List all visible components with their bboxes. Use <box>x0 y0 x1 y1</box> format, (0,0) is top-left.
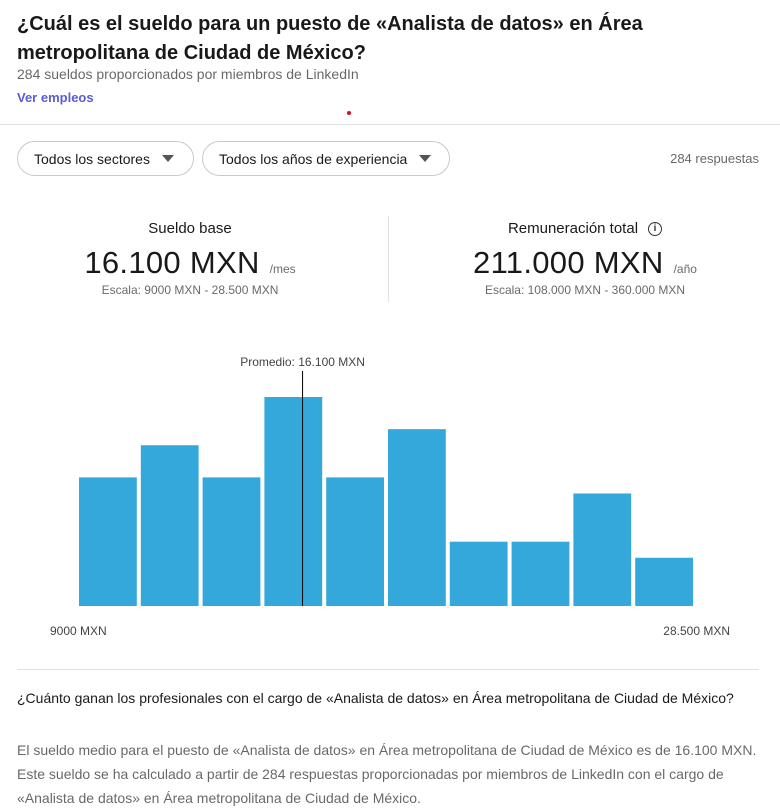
base-salary-unit: /mes <box>269 262 296 276</box>
histogram-bar <box>326 477 384 606</box>
caret-down-icon <box>161 155 174 162</box>
histogram-bar <box>635 557 693 606</box>
total-compensation-value: 211.000 MXN <box>473 245 664 280</box>
faq-answer: El sueldo medio para el puesto de «Anali… <box>17 742 757 806</box>
min-salary-label: 9000 MXN <box>50 624 107 638</box>
base-salary-range: Escala: 9000 MXN - 28.500 MXN <box>101 283 279 297</box>
histogram-bar <box>264 397 323 606</box>
header-divider <box>0 124 780 125</box>
histogram-bar <box>79 477 137 606</box>
page-title: ¿Cuál es el sueldo para un puesto de «An… <box>17 13 643 64</box>
base-salary-value: 16.100 MXN <box>84 245 260 280</box>
salary-count-subtitle: 284 sueldos proporcionados por miembros … <box>17 66 359 82</box>
red-dot <box>347 111 351 115</box>
stats-divider <box>388 216 389 302</box>
salary-histogram: Promedio: 16.100 MXN 9000 MXN 28.500 MXN <box>50 355 730 638</box>
average-label: Promedio: 16.100 MXN <box>240 355 365 369</box>
faq-divider <box>17 669 759 670</box>
histogram-bar <box>511 541 570 606</box>
total-compensation-range: Escala: 108.000 MXN - 360.000 MXN <box>484 283 686 297</box>
experience-filter-label: Todos los años de experiencia <box>219 150 408 167</box>
histogram-bars <box>79 397 693 606</box>
base-salary-stat: Sueldo base 16.100 MXN /mes Escala: 9000… <box>60 220 320 297</box>
faq-question: ¿Cuánto ganan los profesionales con el c… <box>17 690 734 706</box>
responses-count: 284 respuestas <box>670 151 759 166</box>
histogram-bar <box>140 445 199 606</box>
sector-filter-label: Todos los sectores <box>34 150 150 167</box>
total-compensation-stat: Remuneración total i 211.000 MXN /año Es… <box>440 220 730 297</box>
histogram-bar <box>202 477 261 606</box>
max-salary-label: 28.500 MXN <box>663 624 730 638</box>
total-compensation-label: Remuneración total <box>507 220 639 237</box>
histogram-bar <box>388 429 446 606</box>
view-jobs-link[interactable]: Ver empleos <box>17 90 94 105</box>
total-compensation-unit: /año <box>673 262 697 276</box>
histogram-bar <box>449 541 508 606</box>
base-salary-label: Sueldo base <box>148 220 232 237</box>
sector-filter-dropdown[interactable]: Todos los sectores <box>17 141 194 176</box>
caret-down-icon <box>419 155 432 162</box>
experience-filter-dropdown[interactable]: Todos los años de experiencia <box>202 141 450 176</box>
histogram-bar <box>573 493 632 606</box>
info-icon[interactable]: i <box>648 221 663 236</box>
